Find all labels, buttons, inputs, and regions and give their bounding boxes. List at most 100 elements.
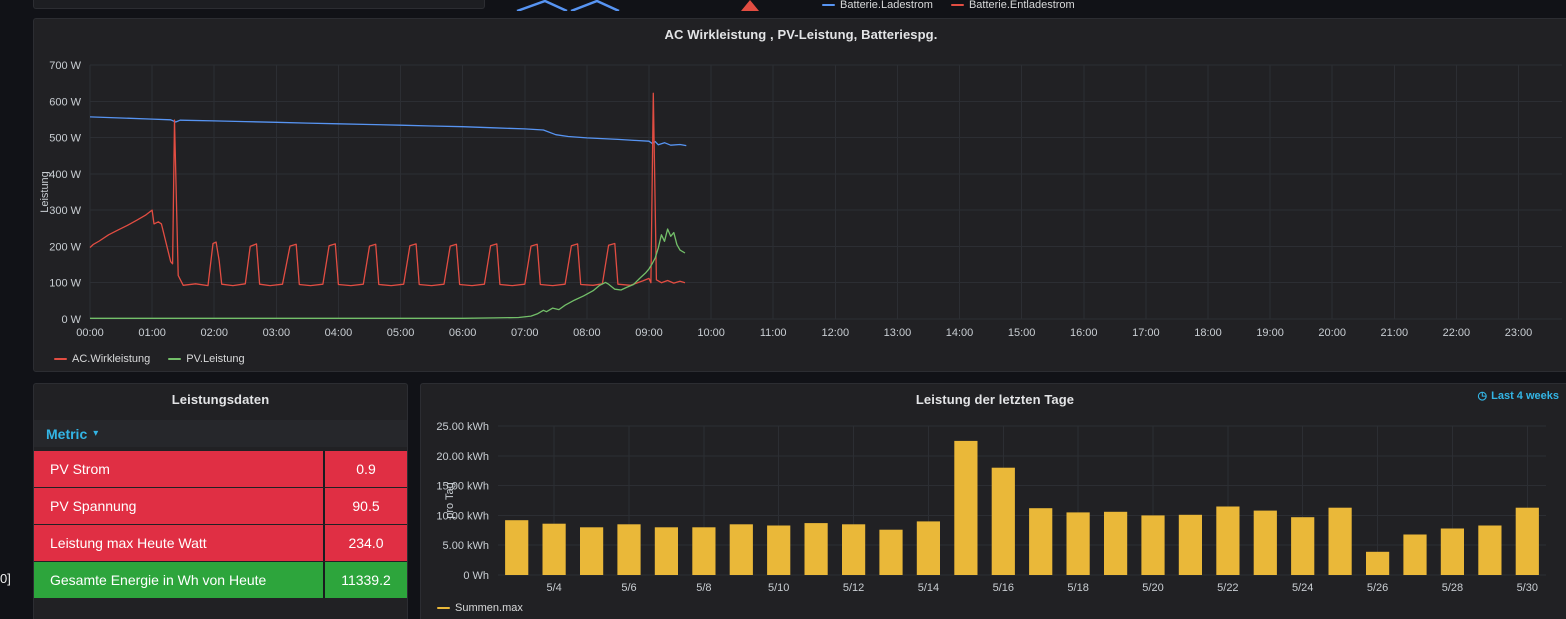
y-tick-label: 600 W	[49, 96, 81, 108]
x-tick-label: 02:00	[200, 327, 228, 339]
y-tick-label: 700 W	[49, 60, 81, 72]
x-tick-label: 5/26	[1367, 582, 1388, 594]
bar-5/18[interactable]	[1067, 512, 1090, 575]
legend-series-dash	[54, 358, 67, 360]
bar-5/5[interactable]	[580, 527, 603, 575]
legend-item-Batterie.Ladestrom[interactable]: Batterie.Ladestrom	[822, 0, 933, 11]
bar-5/13[interactable]	[879, 530, 902, 575]
x-tick-label: 5/6	[621, 582, 636, 594]
cut-blue-line-fragment	[517, 1, 567, 11]
metric-value: 11339.2	[323, 562, 407, 598]
bar-5/26[interactable]	[1366, 552, 1389, 575]
time-override-badge[interactable]: ◷ Last 4 weeks	[1478, 390, 1559, 402]
bar-5/7[interactable]	[655, 527, 678, 575]
series-PV.Leistung	[90, 229, 685, 318]
bar-5/23[interactable]	[1254, 511, 1277, 575]
x-tick-label: 06:00	[449, 327, 477, 339]
x-tick-label: 5/22	[1217, 582, 1238, 594]
metric-name: PV Strom	[34, 451, 323, 487]
x-tick-label: 13:00	[884, 327, 912, 339]
legend-item-AC.Wirkleistung[interactable]: AC.Wirkleistung	[54, 353, 150, 365]
panel-leistungsdaten: Leistungsdaten Metric ▾ PV Strom0.9PV Sp…	[33, 383, 408, 619]
panel-title-leistungsdaten[interactable]: Leistungsdaten	[34, 384, 407, 407]
x-tick-label: 07:00	[511, 327, 539, 339]
legend-label: Batterie.Entladestrom	[969, 0, 1075, 11]
cut-off-chart-fragments	[505, 0, 775, 11]
x-tick-label: 22:00	[1443, 327, 1471, 339]
x-tick-label: 5/18	[1067, 582, 1088, 594]
legend-item-Summen.max[interactable]: Summen.max	[437, 602, 523, 614]
bar-5/11[interactable]	[805, 523, 828, 575]
bar-5/29[interactable]	[1478, 526, 1501, 576]
series-Batteriespg.	[90, 117, 686, 146]
x-tick-label: 5/20	[1142, 582, 1163, 594]
battery-current-legend: Batterie.Ladestrom Batterie.Entladestrom	[822, 0, 1075, 10]
clock-icon: ◷	[1478, 391, 1488, 402]
y-tick-label: 0 W	[61, 314, 81, 326]
metric-header-label: Metric	[46, 426, 87, 442]
panel-title-main[interactable]: AC Wirkleistung , PV-Leistung, Batteries…	[34, 19, 1566, 42]
metric-value: 0.9	[323, 451, 407, 487]
x-tick-label: 15:00	[1008, 327, 1036, 339]
time-override-label: Last 4 weeks	[1491, 390, 1559, 402]
x-tick-label: 05:00	[387, 327, 415, 339]
y-axis-label: pro Tag	[444, 482, 456, 519]
x-tick-label: 21:00	[1381, 327, 1409, 339]
x-tick-label: 18:00	[1194, 327, 1222, 339]
bar-5/6[interactable]	[617, 524, 640, 575]
bar-5/14[interactable]	[917, 521, 940, 575]
metric-name: Leistung max Heute Watt	[34, 525, 323, 561]
legend-series-dash	[168, 358, 181, 360]
legend-label: PV.Leistung	[186, 353, 244, 365]
bar-5/4[interactable]	[543, 524, 566, 575]
x-tick-label: 19:00	[1256, 327, 1284, 339]
x-tick-label: 04:00	[325, 327, 353, 339]
bar-5/24[interactable]	[1291, 517, 1314, 575]
x-tick-label: 5/4	[546, 582, 561, 594]
x-tick-label: 11:00	[760, 327, 787, 339]
metric-name: Gesamte Energie in Wh von Heute	[34, 562, 323, 598]
metric-row: PV Spannung90.5	[34, 488, 407, 524]
legend-item-PV.Leistung[interactable]: PV.Leistung	[168, 353, 244, 365]
bar-5/22[interactable]	[1216, 507, 1239, 576]
y-tick-label: 100 W	[49, 278, 81, 290]
cut-red-marker-fragment	[741, 0, 759, 11]
metric-value: 234.0	[323, 525, 407, 561]
x-tick-label: 20:00	[1318, 327, 1346, 339]
x-tick-label: 23:00	[1505, 327, 1533, 339]
y-tick-label: 0 Wh	[463, 570, 489, 582]
x-tick-label: 16:00	[1070, 327, 1098, 339]
bar-5/17[interactable]	[1029, 508, 1052, 575]
metric-row: Gesamte Energie in Wh von Heute11339.2	[34, 562, 407, 598]
bar-5/27[interactable]	[1403, 535, 1426, 576]
bar-5/3[interactable]	[505, 520, 528, 575]
bar-5/30[interactable]	[1516, 508, 1539, 575]
bar-5/25[interactable]	[1329, 508, 1352, 575]
bar-5/21[interactable]	[1179, 515, 1202, 575]
x-tick-label: 08:00	[573, 327, 601, 339]
x-tick-label: 17:00	[1132, 327, 1160, 339]
y-tick-label: 25.00 kWh	[436, 421, 489, 433]
bar-5/9[interactable]	[730, 524, 753, 575]
bar-5/19[interactable]	[1104, 512, 1127, 575]
legend-series-dash	[951, 4, 964, 6]
x-tick-label: 5/28	[1442, 582, 1463, 594]
bar-5/8[interactable]	[692, 527, 715, 575]
bar-5/10[interactable]	[767, 526, 790, 576]
bar-5/16[interactable]	[992, 468, 1015, 575]
series-AC.Wirkleistung	[90, 93, 685, 285]
panel-title-bars[interactable]: Leistung der letzten Tage	[421, 384, 1566, 407]
legend-item-Batterie.Entladestrom[interactable]: Batterie.Entladestrom	[951, 0, 1075, 11]
y-tick-label: 300 W	[49, 205, 81, 217]
bar-5/20[interactable]	[1141, 515, 1164, 575]
y-tick-label: 200 W	[49, 241, 81, 253]
x-tick-label: 12:00	[822, 327, 850, 339]
metric-column-header[interactable]: Metric ▾	[34, 420, 407, 447]
bar-chart[interactable]: 0 Wh5.00 kWh10.00 kWh15.00 kWh20.00 kWh2…	[423, 414, 1566, 599]
edge-cut-label: 0]	[0, 571, 11, 586]
line-chart[interactable]: 00:0001:0002:0003:0004:0005:0006:0007:00…	[35, 49, 1566, 345]
bar-5/28[interactable]	[1441, 529, 1464, 576]
bar-5/15[interactable]	[954, 441, 977, 575]
metric-name: PV Spannung	[34, 488, 323, 524]
bar-5/12[interactable]	[842, 524, 865, 575]
